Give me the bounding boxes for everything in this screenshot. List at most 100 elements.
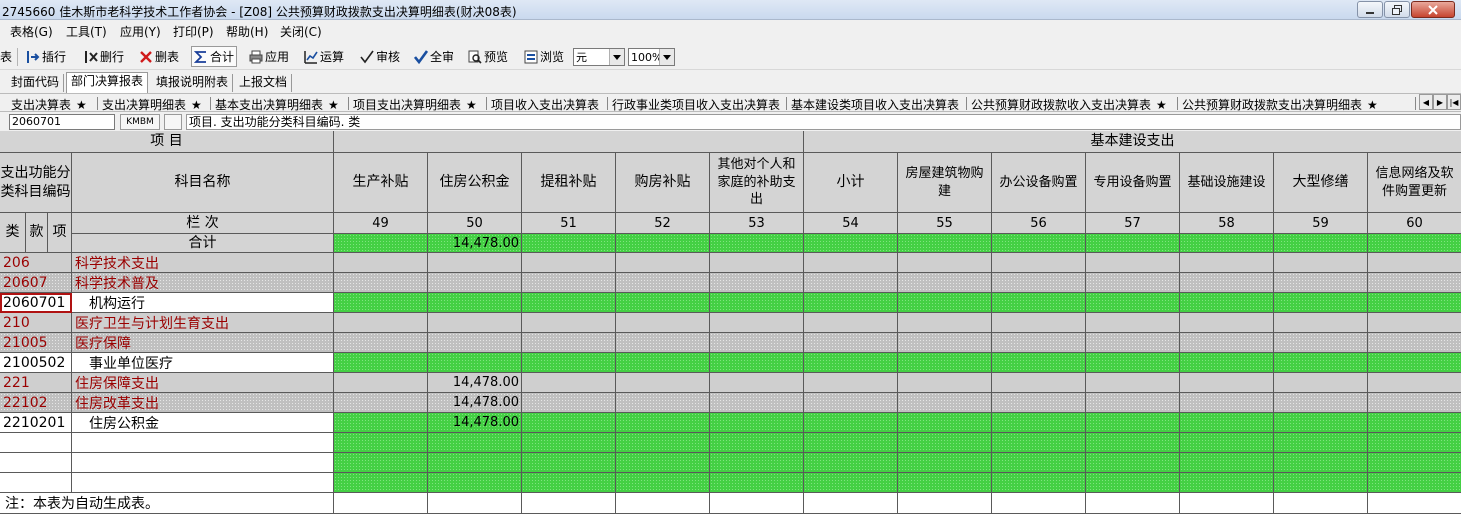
data-cell[interactable] xyxy=(1180,293,1274,313)
data-cell[interactable] xyxy=(710,373,804,393)
data-cell[interactable] xyxy=(898,473,992,493)
data-cell[interactable] xyxy=(710,473,804,493)
data-cell[interactable] xyxy=(710,333,804,353)
data-cell[interactable] xyxy=(992,333,1086,353)
data-cell[interactable] xyxy=(804,313,898,333)
data-cell[interactable] xyxy=(992,253,1086,273)
data-cell[interactable] xyxy=(1274,253,1368,273)
data-cell[interactable] xyxy=(428,333,522,353)
data-cell[interactable] xyxy=(616,493,710,514)
data-cell[interactable] xyxy=(1274,353,1368,373)
data-cell[interactable] xyxy=(1274,413,1368,433)
spreadsheet-grid[interactable]: 项 目基本建设支出 支出功能分类科目编码 科目名称 生产补贴 住房公积金 提租补贴 购房补贴… xyxy=(0,131,1461,514)
tab-department-report[interactable]: 部门决算报表 xyxy=(66,72,149,93)
data-cell[interactable] xyxy=(522,313,616,333)
data-cell[interactable] xyxy=(804,433,898,453)
data-cell[interactable] xyxy=(710,353,804,373)
data-cell[interactable] xyxy=(1368,313,1461,333)
row-code-cell[interactable]: 2060701 xyxy=(0,293,72,313)
data-cell[interactable] xyxy=(710,413,804,433)
data-cell[interactable] xyxy=(898,353,992,373)
menu-help[interactable]: 帮助(H) xyxy=(226,23,268,40)
data-cell[interactable] xyxy=(710,234,804,253)
row-name-cell[interactable]: 事业单位医疗 xyxy=(72,353,334,373)
data-cell[interactable] xyxy=(616,313,710,333)
data-cell[interactable] xyxy=(522,473,616,493)
data-cell[interactable] xyxy=(992,393,1086,413)
data-cell[interactable] xyxy=(804,453,898,473)
data-cell[interactable] xyxy=(1086,234,1180,253)
data-cell[interactable] xyxy=(428,313,522,333)
data-cell[interactable] xyxy=(428,453,522,473)
data-cell[interactable] xyxy=(1368,493,1461,514)
data-cell[interactable] xyxy=(992,473,1086,493)
data-cell[interactable] xyxy=(616,293,710,313)
row-name-cell[interactable]: 住房公积金 xyxy=(72,413,334,433)
row-code-cell[interactable] xyxy=(0,473,72,493)
data-cell[interactable] xyxy=(898,234,992,253)
data-cell[interactable] xyxy=(616,373,710,393)
data-cell[interactable] xyxy=(804,253,898,273)
data-cell[interactable] xyxy=(992,234,1086,253)
data-cell[interactable] xyxy=(1086,393,1180,413)
data-cell[interactable] xyxy=(1274,234,1368,253)
data-cell[interactable] xyxy=(1180,313,1274,333)
data-cell[interactable] xyxy=(898,413,992,433)
data-cell[interactable] xyxy=(334,313,428,333)
data-cell[interactable] xyxy=(1086,413,1180,433)
data-cell[interactable] xyxy=(334,293,428,313)
data-cell[interactable] xyxy=(428,353,522,373)
data-cell[interactable] xyxy=(428,253,522,273)
data-cell[interactable] xyxy=(804,473,898,493)
row-name-cell[interactable]: 医疗卫生与计划生育支出 xyxy=(72,313,334,333)
data-cell[interactable] xyxy=(992,293,1086,313)
full-audit-button[interactable]: 全审 xyxy=(414,47,454,66)
data-cell[interactable] xyxy=(334,353,428,373)
audit-button[interactable]: 审核 xyxy=(360,47,400,66)
data-cell[interactable] xyxy=(334,253,428,273)
data-cell[interactable] xyxy=(522,413,616,433)
data-cell[interactable] xyxy=(804,393,898,413)
row-code-cell[interactable] xyxy=(0,453,72,473)
data-cell[interactable] xyxy=(1086,313,1180,333)
data-cell[interactable] xyxy=(1180,333,1274,353)
data-cell[interactable] xyxy=(1274,453,1368,473)
data-cell[interactable] xyxy=(334,493,428,514)
data-cell[interactable] xyxy=(1368,293,1461,313)
data-cell[interactable] xyxy=(334,433,428,453)
data-cell[interactable] xyxy=(1368,353,1461,373)
data-cell[interactable] xyxy=(710,273,804,293)
data-cell[interactable] xyxy=(1086,473,1180,493)
data-cell[interactable]: 14,478.00 xyxy=(428,234,522,253)
data-cell[interactable] xyxy=(334,453,428,473)
data-cell[interactable] xyxy=(898,393,992,413)
data-cell[interactable] xyxy=(334,234,428,253)
delete-row-button[interactable]: 删行 xyxy=(84,47,124,66)
data-cell[interactable] xyxy=(804,413,898,433)
data-cell[interactable] xyxy=(616,393,710,413)
row-name-cell[interactable]: 医疗保障 xyxy=(72,333,334,353)
data-cell[interactable] xyxy=(1180,373,1274,393)
data-cell[interactable] xyxy=(616,433,710,453)
data-cell[interactable] xyxy=(898,433,992,453)
data-cell[interactable] xyxy=(710,253,804,273)
data-cell[interactable] xyxy=(1180,433,1274,453)
row-code-cell[interactable]: 20607 xyxy=(0,273,72,293)
data-cell[interactable] xyxy=(1368,453,1461,473)
data-cell[interactable] xyxy=(1368,413,1461,433)
data-cell[interactable] xyxy=(1274,393,1368,413)
data-cell[interactable] xyxy=(334,273,428,293)
row-code-cell[interactable]: 22102 xyxy=(0,393,72,413)
row-code-cell[interactable]: 206 xyxy=(0,253,72,273)
data-cell[interactable] xyxy=(1368,273,1461,293)
sheet-tab[interactable]: 项目收入支出决算表 xyxy=(491,96,599,111)
data-cell[interactable] xyxy=(992,413,1086,433)
browse-button[interactable]: 浏览 xyxy=(524,47,564,66)
data-cell[interactable] xyxy=(1180,493,1274,514)
row-name-cell[interactable] xyxy=(72,473,334,493)
data-cell[interactable] xyxy=(804,293,898,313)
data-cell[interactable]: 14,478.00 xyxy=(428,413,522,433)
data-cell[interactable] xyxy=(1368,234,1461,253)
data-cell[interactable] xyxy=(1274,273,1368,293)
toolbar-clipped-label[interactable]: 表 xyxy=(0,47,12,66)
